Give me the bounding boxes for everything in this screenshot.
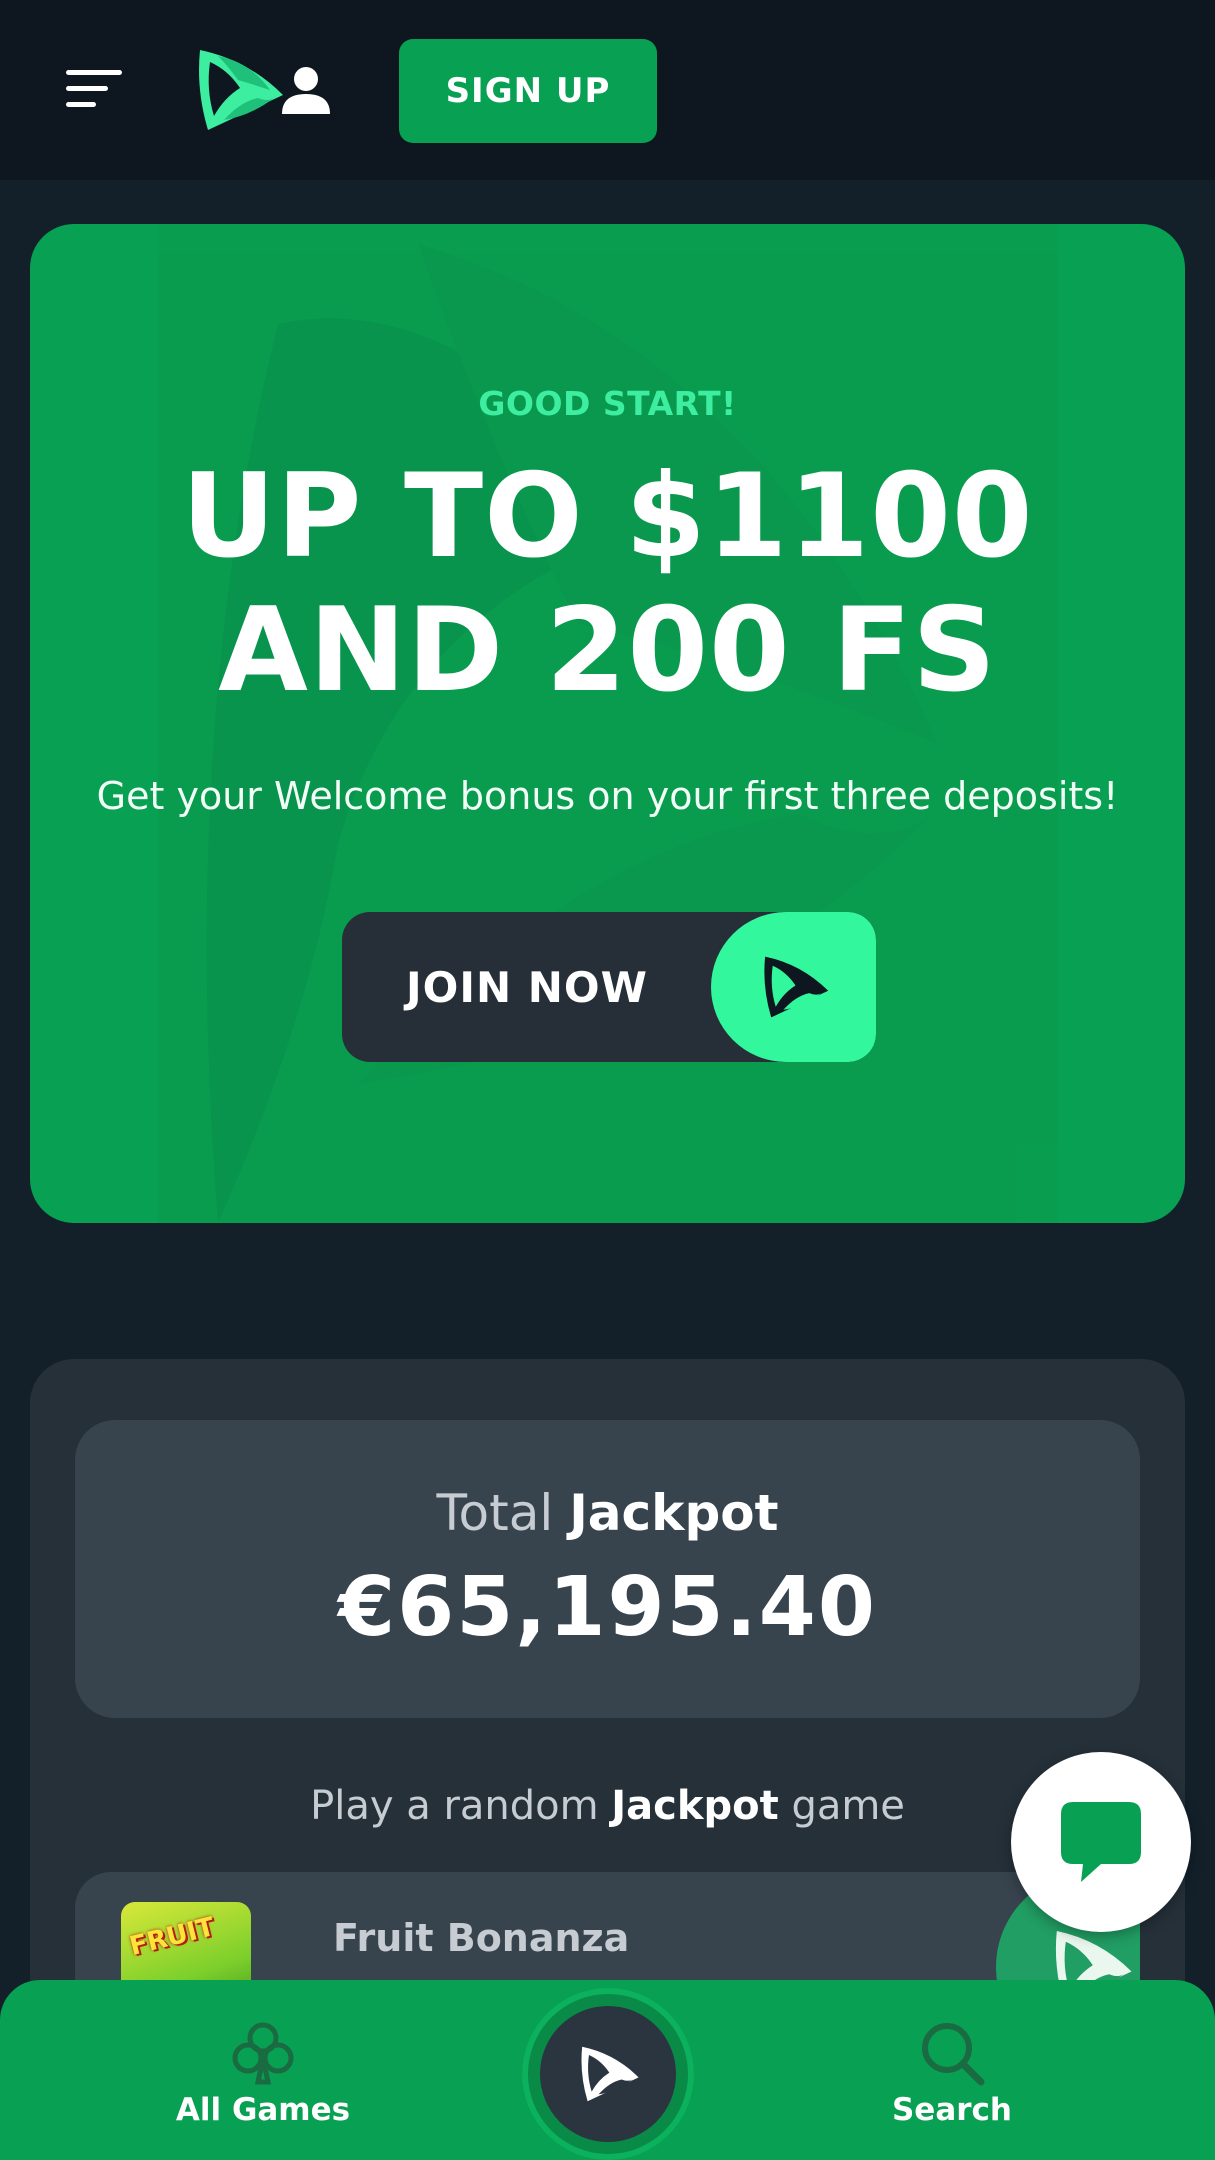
logo-icon — [763, 956, 828, 1018]
club-icon — [143, 2018, 383, 2088]
top-header: SIGN UP — [0, 0, 1215, 178]
user-icon[interactable] — [280, 64, 332, 116]
search-icon — [832, 2018, 1072, 2088]
bottom-navigation: All Games Search — [0, 1980, 1215, 2160]
nav-all-games-label: All Games — [175, 2092, 351, 2128]
promo-headline: UP TO $1100 AND 200 FS — [30, 450, 1185, 718]
nav-search[interactable]: Search — [832, 1980, 1072, 2160]
game-name: Fruit Bonanza — [333, 1916, 630, 1960]
live-chat-button[interactable] — [1011, 1752, 1191, 1932]
welcome-bonus-banner: GOOD START! UP TO $1100 AND 200 FS Get y… — [30, 224, 1185, 1223]
random-suffix: game — [791, 1783, 905, 1829]
random-prefix: Play a random — [310, 1783, 599, 1829]
random-jackpot-heading: Play a random Jackpot game — [30, 1783, 1185, 1829]
background-logo-watermark — [158, 224, 1058, 1223]
jackpot-title-prefix: Total — [436, 1484, 554, 1542]
menu-icon[interactable] — [66, 68, 124, 110]
logo-icon — [581, 2046, 639, 2102]
total-jackpot-card: Total Jackpot €65,195.40 — [75, 1420, 1140, 1718]
nav-all-games[interactable]: All Games — [143, 1980, 383, 2160]
nav-home-inner — [540, 2006, 676, 2142]
nav-home-button[interactable] — [522, 1988, 694, 2160]
nav-search-label: Search — [891, 2092, 1012, 2128]
jackpot-title-emphasis: Jackpot — [569, 1484, 779, 1542]
join-icon-badge — [711, 912, 876, 1062]
promo-subtitle: Get your Welcome bonus on your first thr… — [96, 774, 1119, 818]
jackpot-amount: €65,195.40 — [338, 1560, 877, 1655]
headline-line-1: UP TO $1100 — [181, 449, 1034, 584]
game-thumbnail-logo: FRUIT — [126, 1912, 218, 1962]
jackpot-title: Total Jackpot — [75, 1484, 1140, 1542]
join-now-label: JOIN NOW — [406, 962, 648, 1012]
random-emphasis: Jackpot — [611, 1783, 779, 1829]
chat-bubble-icon — [1061, 1802, 1141, 1882]
sign-up-button[interactable]: SIGN UP — [399, 39, 657, 143]
promo-eyebrow: GOOD START! — [478, 384, 737, 423]
headline-line-2: AND 200 FS — [218, 583, 997, 718]
join-now-button[interactable]: JOIN NOW — [342, 912, 876, 1062]
logo-icon[interactable] — [188, 40, 288, 140]
